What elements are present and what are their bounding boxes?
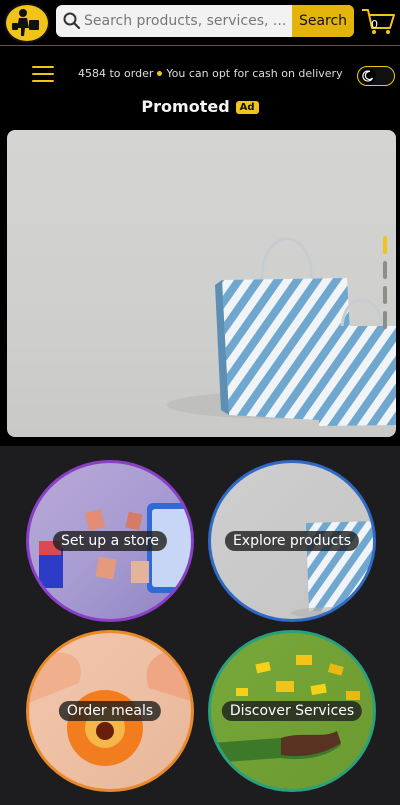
cart-icon — [362, 9, 395, 34]
category-label: Discover Services — [221, 701, 363, 721]
category-setup-store[interactable]: Set up a store — [26, 460, 194, 622]
category-label: Set up a store — [52, 531, 168, 551]
theme-toggle[interactable] — [357, 66, 395, 86]
category-discover-services[interactable]: Discover Services — [208, 630, 376, 792]
brand-logo[interactable] — [4, 3, 50, 43]
promoted-label: Promoted — [141, 97, 230, 116]
ticker-text-1: 4584 to order — [78, 67, 154, 80]
carousel-dot[interactable] — [383, 311, 387, 329]
search-button[interactable]: Search — [292, 5, 354, 37]
category-explore-products[interactable]: Explore products — [208, 460, 376, 622]
promoted-heading: Promoted Ad — [0, 97, 400, 121]
category-order-meals[interactable]: Order meals — [26, 630, 194, 792]
top-header: Search 0 — [0, 0, 400, 46]
carousel-dot[interactable] — [383, 236, 387, 254]
search-icon — [63, 12, 81, 30]
carousel-dot[interactable] — [383, 261, 387, 279]
cart-count: 0 — [371, 18, 378, 31]
ad-badge: Ad — [235, 101, 259, 114]
cart-button[interactable]: 0 — [360, 6, 396, 36]
carousel-indicator — [383, 236, 389, 336]
ticker-text-2: You can opt for cash on delivery — [166, 67, 343, 80]
category-label: Explore products — [224, 531, 360, 551]
promo-banner[interactable] — [7, 130, 396, 437]
carousel-dot[interactable] — [383, 286, 387, 304]
search-bar: Search — [56, 5, 354, 37]
bullet-icon — [157, 71, 163, 76]
category-label: Order meals — [58, 701, 162, 721]
nav-bar: 4584 to order You can opt for cash on del… — [0, 47, 400, 93]
moon-icon — [360, 68, 376, 84]
shopping-bags-image — [167, 237, 396, 426]
shopper-icon — [12, 9, 39, 36]
announcement-ticker: 4584 to order You can opt for cash on del… — [78, 67, 350, 83]
menu-icon[interactable] — [32, 66, 54, 82]
search-input[interactable] — [84, 5, 320, 37]
